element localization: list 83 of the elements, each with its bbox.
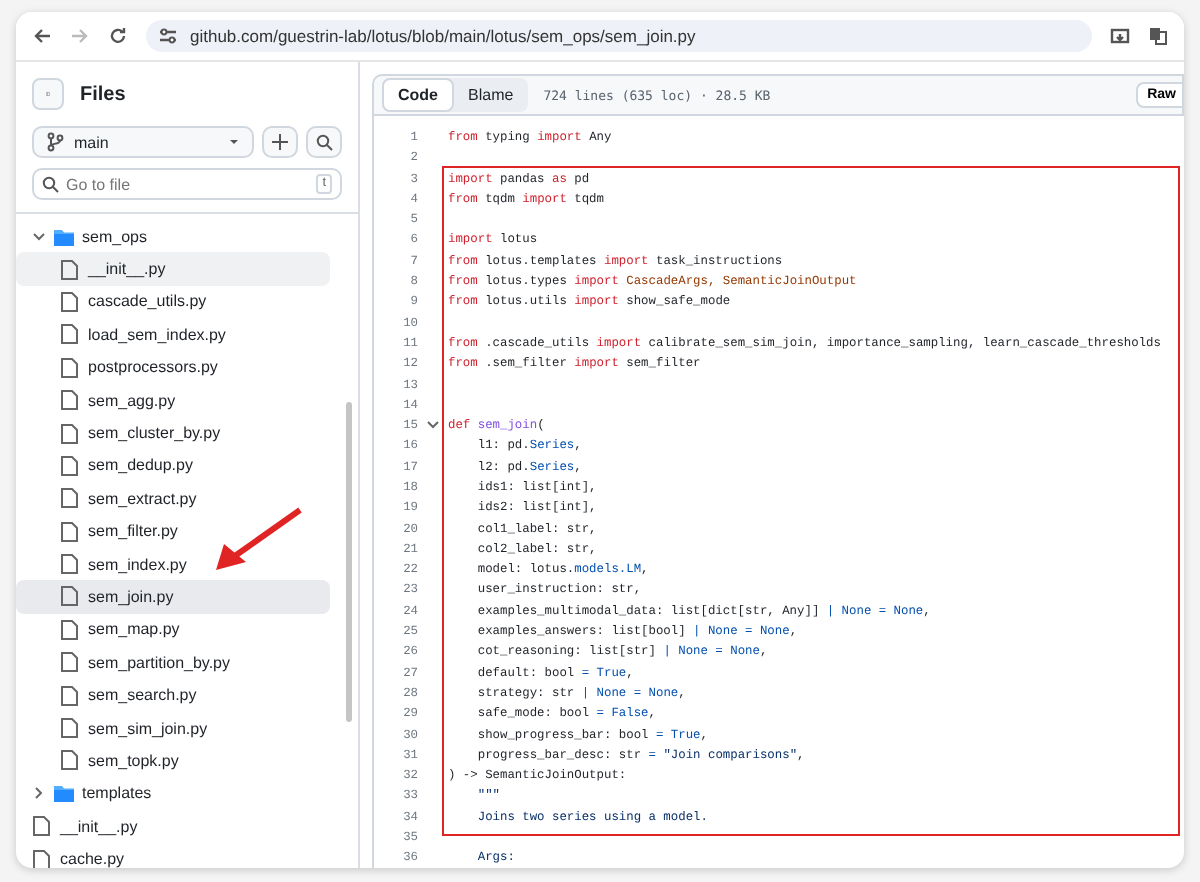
file-icon — [60, 718, 80, 739]
file-item[interactable]: sem_filter.py — [16, 515, 330, 548]
file-icon — [60, 652, 80, 673]
file-name: sem_topk.py — [88, 751, 179, 770]
folder-item[interactable]: templates — [16, 777, 330, 811]
file-name: cache.py — [60, 850, 125, 868]
file-name: sem_dedup.py — [88, 456, 193, 475]
branch-selector[interactable]: main — [32, 126, 254, 158]
file-name: cascade_utils.py — [88, 292, 207, 311]
file-name: sem_partition_by.py — [88, 653, 230, 672]
file-icon — [60, 455, 80, 476]
plus-icon — [272, 134, 288, 150]
annotation-arrow — [212, 506, 304, 574]
file-item[interactable]: cache.py — [16, 842, 330, 868]
file-icon — [60, 685, 80, 706]
caret-icon — [228, 136, 240, 148]
file-icon — [60, 750, 80, 771]
file-name: __init__.py — [60, 817, 138, 836]
file-icon — [60, 291, 80, 312]
file-icon — [60, 324, 80, 345]
file-item[interactable]: sem_cluster_by.py — [16, 416, 330, 450]
search-button[interactable] — [306, 126, 342, 158]
file-item[interactable]: postprocessors.py — [16, 351, 330, 384]
file-icon — [60, 521, 80, 542]
search-icon — [42, 175, 60, 193]
file-item[interactable]: sem_extract.py — [16, 482, 330, 516]
file-name: sem_agg.py — [88, 391, 176, 410]
file-name: sem_join.py — [88, 587, 174, 606]
file-name: __init__.py — [88, 260, 166, 279]
file-item[interactable]: sem_sim_join.py — [16, 711, 330, 745]
file-icon — [32, 849, 52, 868]
file-item[interactable]: sem_index.py — [16, 547, 330, 581]
chevron-icon[interactable] — [32, 786, 46, 801]
file-item[interactable]: sem_agg.py — [16, 383, 330, 417]
file-name: load_sem_index.py — [88, 325, 226, 344]
file-icon — [60, 423, 80, 444]
file-icon — [32, 816, 52, 837]
file-icon — [60, 488, 80, 509]
file-icon — [60, 554, 80, 575]
file-item[interactable]: load_sem_index.py — [16, 318, 330, 352]
file-icon — [60, 390, 80, 411]
file-name: sem_sim_join.py — [88, 719, 208, 738]
reload-icon[interactable] — [108, 26, 128, 46]
view-tab[interactable]: Blame — [454, 78, 528, 113]
address-bar[interactable]: github.com/guestrin-lab/lotus/blob/main/lotus/sem_ops/sem_join.py — [146, 20, 1092, 52]
translate-icon[interactable] — [1148, 26, 1168, 46]
install-app-icon[interactable] — [1110, 26, 1130, 46]
file-name: templates — [82, 784, 152, 803]
back-icon[interactable] — [32, 26, 52, 46]
file-item[interactable]: __init__.py — [16, 810, 330, 843]
file-item[interactable]: sem_partition_by.py — [16, 646, 330, 679]
view-tab[interactable]: Code — [382, 78, 454, 113]
file-item[interactable]: sem_search.py — [16, 678, 330, 712]
file-item[interactable]: cascade_utils.py — [16, 285, 330, 319]
add-file-button[interactable] — [262, 126, 298, 158]
search-icon — [315, 133, 333, 151]
file-icon — [60, 357, 80, 378]
files-title: Files — [80, 83, 126, 105]
file-name: postprocessors.py — [88, 358, 218, 377]
folder-icon — [54, 784, 74, 803]
file-name: sem_index.py — [88, 555, 187, 574]
file-name: sem_cluster_by.py — [88, 424, 221, 443]
file-name: sem_extract.py — [88, 489, 197, 508]
file-item[interactable]: __init__.py — [16, 252, 330, 286]
file-item[interactable]: sem_dedup.py — [16, 449, 330, 483]
file-name: sem_ops — [82, 227, 147, 246]
file-icon — [60, 619, 80, 640]
file-item[interactable]: sem_join.py — [16, 580, 330, 614]
file-name: sem_map.py — [88, 620, 180, 639]
scrollbar[interactable] — [346, 402, 352, 722]
chevron-icon[interactable] — [32, 229, 46, 244]
folder-icon — [54, 227, 74, 246]
folder-item[interactable]: sem_ops — [16, 220, 330, 253]
file-icon — [60, 259, 80, 280]
file-item[interactable]: sem_topk.py — [16, 744, 330, 778]
branch-icon — [46, 132, 66, 152]
file-icon — [60, 586, 80, 607]
url-text: github.com/guestrin-lab/lotus/blob/main/lotus/sem_ops/sem_join.py — [190, 26, 696, 46]
file-name: sem_search.py — [88, 686, 197, 705]
file-name: sem_filter.py — [88, 522, 178, 541]
file-item[interactable]: sem_map.py — [16, 613, 330, 647]
chevron-icon[interactable] — [426, 418, 440, 433]
site-settings-icon[interactable] — [158, 26, 178, 46]
